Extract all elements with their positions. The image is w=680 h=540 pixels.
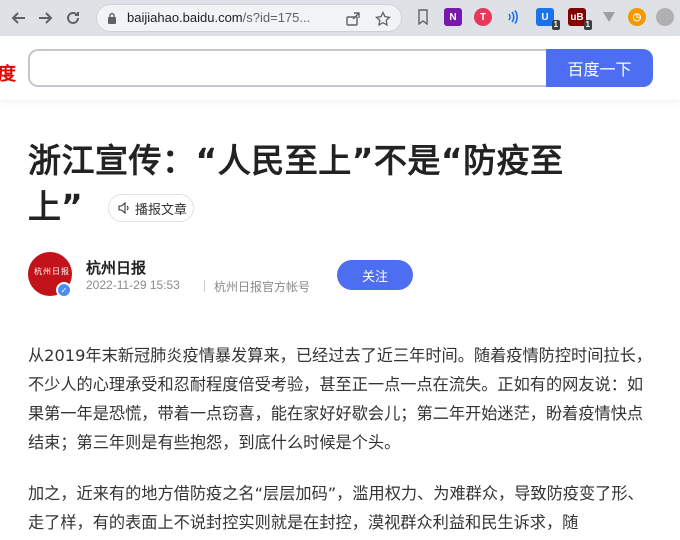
extension-v-icon[interactable] [600, 8, 618, 26]
reload-icon[interactable] [60, 5, 86, 31]
extension-red-icon[interactable]: T [474, 8, 492, 26]
url-path: /s?id=175... [242, 10, 311, 25]
extension-blue-icon[interactable]: U1 [536, 8, 560, 30]
star-icon[interactable] [373, 9, 393, 29]
browser-toolbar: baijiahao.baidu.com/s?id=175... N T U1 u… [0, 0, 680, 36]
author-name[interactable]: 杭州日报 [86, 257, 146, 278]
profile-avatar[interactable] [656, 8, 674, 26]
article-paragraph-2: 加之，近来有的地方借防疫之名“层层加码”，滥用权力、为难群众，导致防疫变了形、走… [28, 484, 644, 532]
avatar-logo-text: 杭州日报 [34, 267, 70, 276]
forward-arrow-icon[interactable] [32, 5, 58, 31]
search-input[interactable] [28, 49, 550, 87]
url-host: baijiahao.baidu.com [127, 10, 243, 25]
share-icon[interactable] [343, 9, 363, 29]
publish-date: 2022-11-29 15:53 [86, 278, 180, 292]
search-button[interactable]: 百度一下 [546, 49, 653, 87]
listen-article-label: 播报文章 [135, 202, 188, 218]
url-text[interactable]: baijiahao.baidu.com/s?id=175... [127, 10, 310, 25]
article-paragraph-1: 从2019年末新冠肺炎疫情暴发算来，已经过去了近三年时间。随着疫情防控时间拉长，… [28, 346, 652, 452]
lock-icon[interactable] [107, 12, 117, 25]
listen-article-button[interactable]: 播报文章 [108, 194, 194, 222]
onenote-icon[interactable]: N [444, 8, 462, 26]
badge-count: 1 [551, 20, 560, 30]
article-title: 浙江宣传：“人民至上”不是“防疫至 [28, 141, 564, 180]
wifi-icon[interactable] [504, 8, 522, 26]
article-title-line2: 上” [28, 187, 83, 226]
address-bar[interactable]: baijiahao.baidu.com/s?id=175... [96, 4, 402, 32]
account-type: 杭州日报官方帐号 [214, 280, 311, 294]
bookmark-icon[interactable] [414, 8, 432, 26]
follow-button[interactable]: 关注 [337, 260, 413, 290]
extension-orange-icon[interactable]: ◷ [628, 8, 646, 26]
baidu-logo-fragment[interactable]: 度 [0, 60, 16, 86]
speaker-icon [118, 201, 129, 215]
extension-ublock-icon[interactable]: uB 1 [568, 8, 592, 30]
search-header: 度 百度一下 [0, 36, 680, 100]
meta-divider [204, 280, 205, 292]
verified-icon: ✓ [56, 282, 72, 298]
badge-count: 1 [583, 20, 592, 30]
back-arrow-icon[interactable] [6, 5, 32, 31]
